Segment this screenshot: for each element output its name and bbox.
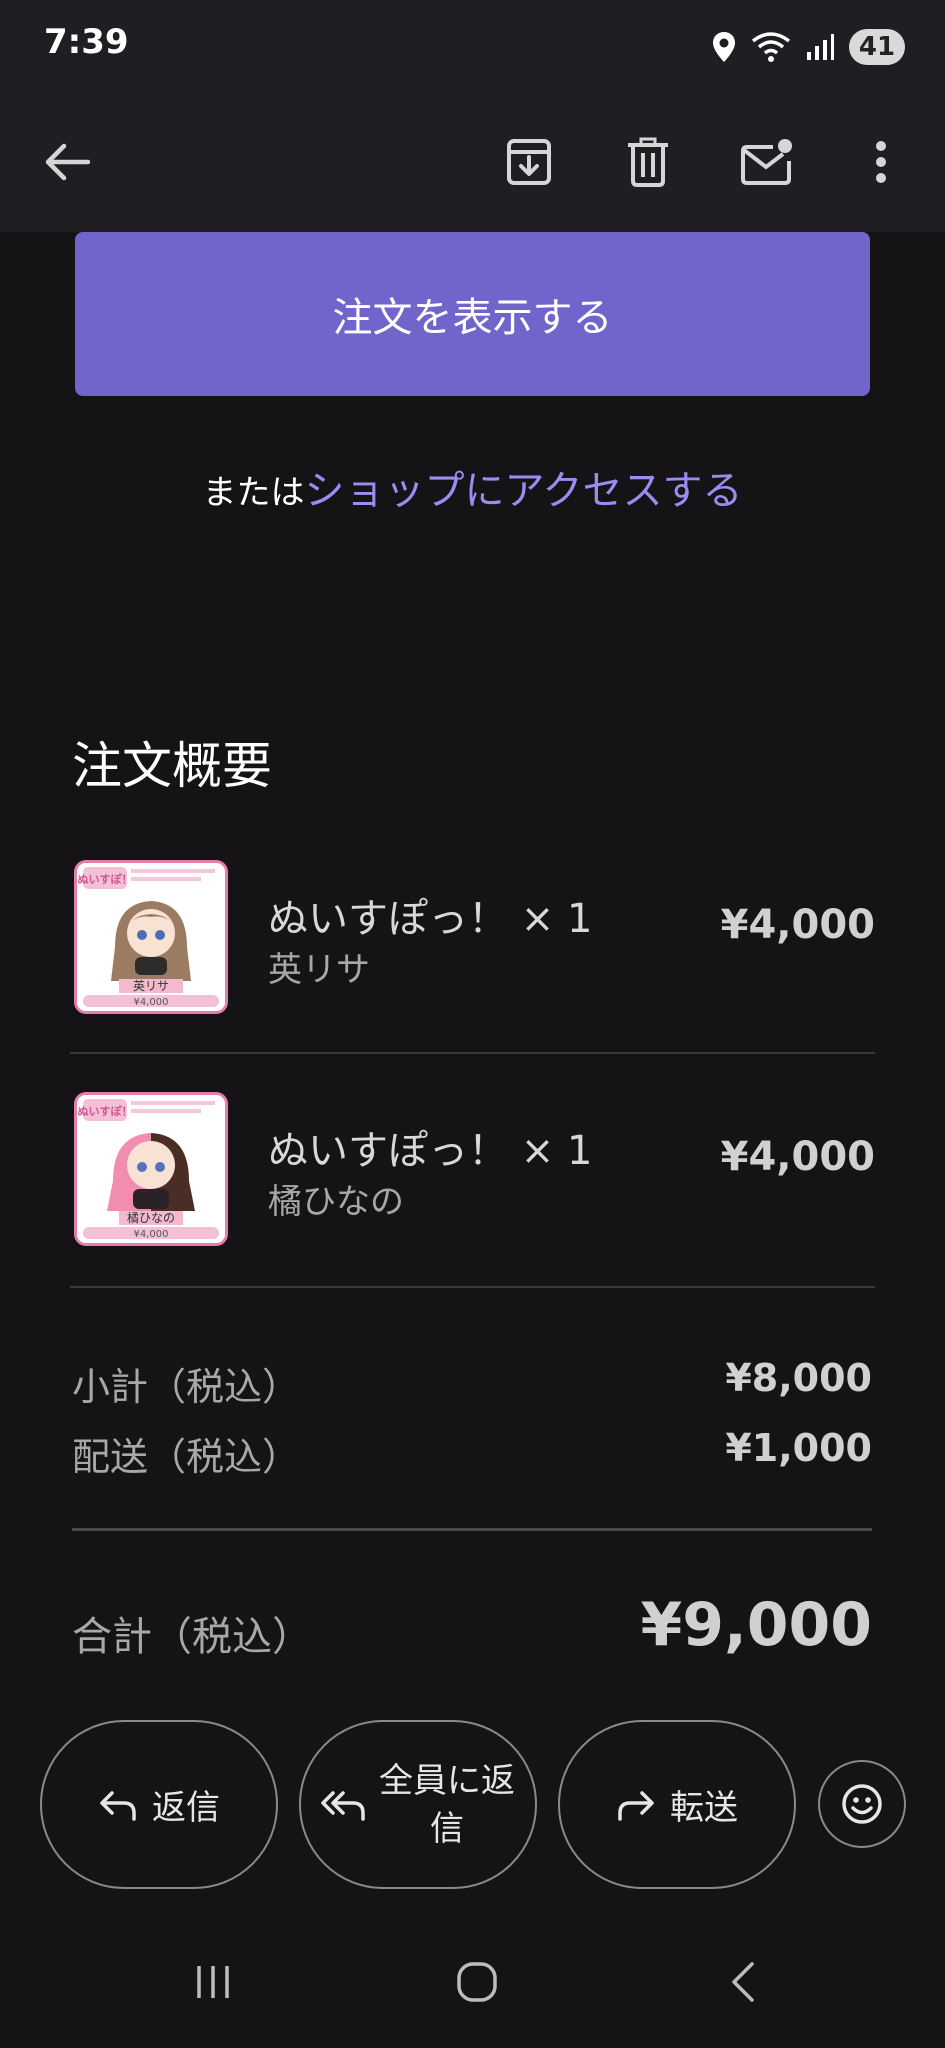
total-value: ¥9,000 (640, 1590, 872, 1660)
subtotal-label: 小計（税込） (72, 1365, 301, 1409)
order-item: 英リサ ¥4,000 ぬいすぽ！ ぬいすぽっ！ × 1 英リサ ¥4,000 (70, 830, 875, 1062)
subtotal-row: 小計（税込） ¥8,000 (72, 1356, 872, 1411)
recent-apps-icon (197, 1966, 229, 1998)
item-name: ぬいすぽっ！ × 1 (268, 896, 593, 942)
total-divider (72, 1528, 872, 1531)
forward-label: 転送 (670, 1788, 738, 1828)
mail-unread-icon (741, 139, 792, 185)
wifi-icon (751, 32, 791, 62)
thumb-price: ¥4,000 (134, 997, 169, 1008)
reply-all-button[interactable]: 全員に返 信 (299, 1720, 537, 1889)
forward-button[interactable]: 転送 (558, 1720, 796, 1889)
system-navigation-bar (0, 1912, 945, 2048)
status-icons: 41 (711, 24, 905, 70)
delete-button[interactable] (613, 127, 683, 197)
shipping-label: 配送（税込） (72, 1435, 301, 1479)
total-label: 合計（税込） (72, 1614, 312, 1660)
chevron-left-icon (732, 1962, 754, 2002)
more-vert-icon (876, 141, 886, 183)
shop-link[interactable]: ショップにアクセスする (305, 468, 743, 514)
thumb-price: ¥4,000 (134, 1229, 169, 1240)
forward-icon (618, 1790, 654, 1821)
emoji-icon (842, 1784, 882, 1824)
product-thumbnail: 英リサ ¥4,000 ぬいすぽ！ (74, 860, 228, 1014)
reply-all-label-line2: 信 (430, 1808, 464, 1849)
reply-all-label-line1: 全員に返 (379, 1760, 515, 1801)
reply-all-icon (321, 1790, 365, 1821)
subtotal-value: ¥8,000 (725, 1356, 872, 1400)
thumb-caption: 英リサ (133, 979, 169, 993)
archive-icon (507, 139, 551, 185)
thumb-logo: ぬいすぽ！ (78, 1104, 133, 1118)
or-prefix-text: または (202, 473, 305, 513)
trash-icon (628, 137, 668, 187)
reply-all-label: 全員に返 信 (379, 1757, 515, 1853)
item-price: ¥4,000 (720, 1134, 875, 1180)
battery-indicator: 41 (849, 29, 905, 65)
shipping-row: 配送（税込） ¥1,000 (72, 1426, 872, 1481)
status-bar: 7:39 41 (0, 0, 945, 92)
view-order-button[interactable]: 注文を表示する (75, 232, 870, 396)
thumb-logo: ぬいすぽ！ (78, 872, 133, 886)
emoji-reaction-button[interactable] (818, 1760, 906, 1848)
email-body: 注文を表示する またはショップにアクセスする 注文概要 英リサ ¥4,000 ぬ… (0, 232, 945, 1702)
top-app-bar (0, 92, 945, 232)
arrow-back-icon (45, 143, 90, 181)
product-thumbnail: 橘ひなの ¥4,000 ぬいすぽ！ (74, 1092, 228, 1246)
system-back-button[interactable] (698, 1952, 788, 2012)
item-variant: 英リサ (268, 950, 370, 990)
signal-icon (807, 34, 834, 60)
location-icon (713, 32, 735, 62)
divider (70, 1286, 875, 1288)
reply-button[interactable]: 返信 (40, 1720, 278, 1889)
item-price: ¥4,000 (720, 902, 875, 948)
reply-label: 返信 (152, 1788, 220, 1828)
total-row: 合計（税込） ¥9,000 (72, 1590, 872, 1670)
mark-unread-button[interactable] (732, 127, 802, 197)
order-item: 橘ひなの ¥4,000 ぬいすぽ！ ぬいすぽっ！ × 1 橘ひなの ¥4,000 (70, 1062, 875, 1294)
home-button[interactable] (432, 1952, 522, 2012)
shop-link-line: またはショップにアクセスする (0, 458, 945, 516)
item-variant: 橘ひなの (268, 1182, 404, 1222)
thumb-caption: 橘ひなの (127, 1210, 175, 1225)
archive-button[interactable] (494, 127, 564, 197)
order-summary-title: 注文概要 (72, 737, 272, 795)
recent-apps-button[interactable] (168, 1952, 258, 2012)
divider (70, 1052, 875, 1054)
more-options-button[interactable] (846, 127, 916, 197)
reply-actions-bar: 返信 全員に返 信 転送 (0, 1702, 945, 1912)
home-icon (457, 1962, 497, 2002)
shipping-value: ¥1,000 (725, 1426, 872, 1470)
back-button[interactable] (32, 127, 102, 197)
reply-icon (100, 1790, 136, 1821)
item-name: ぬいすぽっ！ × 1 (268, 1128, 593, 1174)
status-time: 7:39 (44, 22, 129, 62)
